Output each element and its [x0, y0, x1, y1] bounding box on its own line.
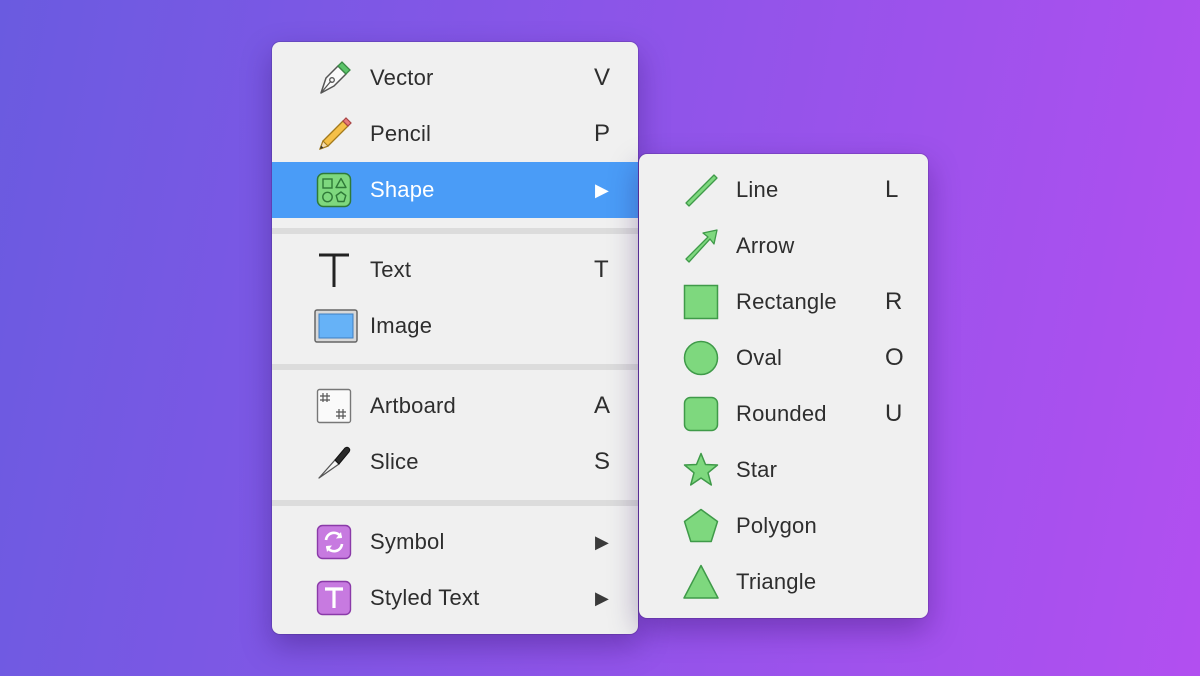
- line-icon: [683, 172, 719, 208]
- menu-separator: [272, 228, 638, 234]
- rounded-rectangle-icon: [683, 396, 719, 432]
- pen-nib-icon: [316, 60, 352, 96]
- artboard-icon: [316, 388, 352, 424]
- submenu-item-triangle[interactable]: Triangle: [639, 554, 928, 610]
- menu-separator: [272, 364, 638, 370]
- submenu-item-oval[interactable]: Oval O: [639, 330, 928, 386]
- insert-menu: Vector V Pencil P Shape ▶ Text T Image A…: [272, 42, 638, 634]
- shortcut-key: T: [594, 256, 609, 283]
- shortcut-key: V: [594, 64, 611, 91]
- shortcut-key: L: [885, 176, 899, 203]
- menu-item-label: Arrow: [736, 233, 795, 258]
- menu-item-label: Rounded: [736, 401, 827, 426]
- pencil-icon: [316, 116, 352, 152]
- submenu-item-star[interactable]: Star: [639, 442, 928, 498]
- menu-item-image[interactable]: Image: [272, 298, 638, 354]
- text-icon: [316, 252, 352, 288]
- arrow-icon: [683, 228, 719, 264]
- submenu-arrow-icon: ▶: [595, 180, 609, 200]
- knife-icon: [316, 444, 352, 480]
- menu-item-label: Star: [736, 457, 778, 482]
- menu-item-vector[interactable]: Vector V: [272, 50, 638, 106]
- shapes-icon: [316, 172, 352, 208]
- menu-item-label: Oval: [736, 345, 783, 370]
- menu-separator: [272, 500, 638, 506]
- menu-item-label: Vector: [370, 65, 434, 90]
- menu-item-label: Slice: [370, 449, 419, 474]
- image-icon: [314, 308, 358, 344]
- menu-item-shape[interactable]: Shape ▶: [272, 162, 638, 218]
- menu-item-slice[interactable]: Slice S: [272, 434, 638, 490]
- menu-item-label: Triangle: [736, 569, 817, 594]
- menu-item-label: Shape: [370, 177, 435, 202]
- submenu-item-rounded[interactable]: Rounded U: [639, 386, 928, 442]
- shortcut-key: U: [885, 400, 903, 427]
- submenu-arrow-icon: ▶: [595, 588, 609, 608]
- submenu-item-line[interactable]: Line L: [639, 162, 928, 218]
- shortcut-key: P: [594, 120, 611, 147]
- shortcut-key: A: [594, 392, 611, 419]
- menu-item-styled-text[interactable]: Styled Text ▶: [272, 570, 638, 626]
- styled-text-icon: [316, 580, 352, 616]
- menu-item-artboard[interactable]: Artboard A: [272, 378, 638, 434]
- submenu-item-arrow[interactable]: Arrow: [639, 218, 928, 274]
- submenu-arrow-icon: ▶: [595, 532, 609, 552]
- menu-item-text[interactable]: Text T: [272, 242, 638, 298]
- shape-submenu: Line L Arrow Rectangle R Oval O Rounded …: [639, 154, 928, 618]
- shortcut-key: S: [594, 448, 611, 475]
- menu-item-label: Polygon: [736, 513, 817, 538]
- polygon-icon: [683, 508, 719, 544]
- shortcut-key: O: [885, 344, 904, 371]
- symbol-icon: [316, 524, 352, 560]
- menu-item-label: Pencil: [370, 121, 432, 146]
- menu-item-label: Line: [736, 177, 779, 202]
- star-icon: [683, 452, 719, 488]
- shortcut-key: R: [885, 288, 903, 315]
- menu-item-label: Styled Text: [370, 585, 480, 610]
- menu-item-label: Image: [370, 313, 433, 338]
- submenu-item-rectangle[interactable]: Rectangle R: [639, 274, 928, 330]
- menu-item-pencil[interactable]: Pencil P: [272, 106, 638, 162]
- menu-item-label: Symbol: [370, 529, 445, 554]
- menu-item-label: Rectangle: [736, 289, 837, 314]
- triangle-icon: [683, 564, 719, 600]
- menu-item-label: Artboard: [370, 393, 456, 418]
- menu-item-symbol[interactable]: Symbol ▶: [272, 514, 638, 570]
- oval-icon: [683, 340, 719, 376]
- menu-item-label: Text: [370, 257, 412, 282]
- submenu-item-polygon[interactable]: Polygon: [639, 498, 928, 554]
- rectangle-icon: [683, 284, 719, 320]
